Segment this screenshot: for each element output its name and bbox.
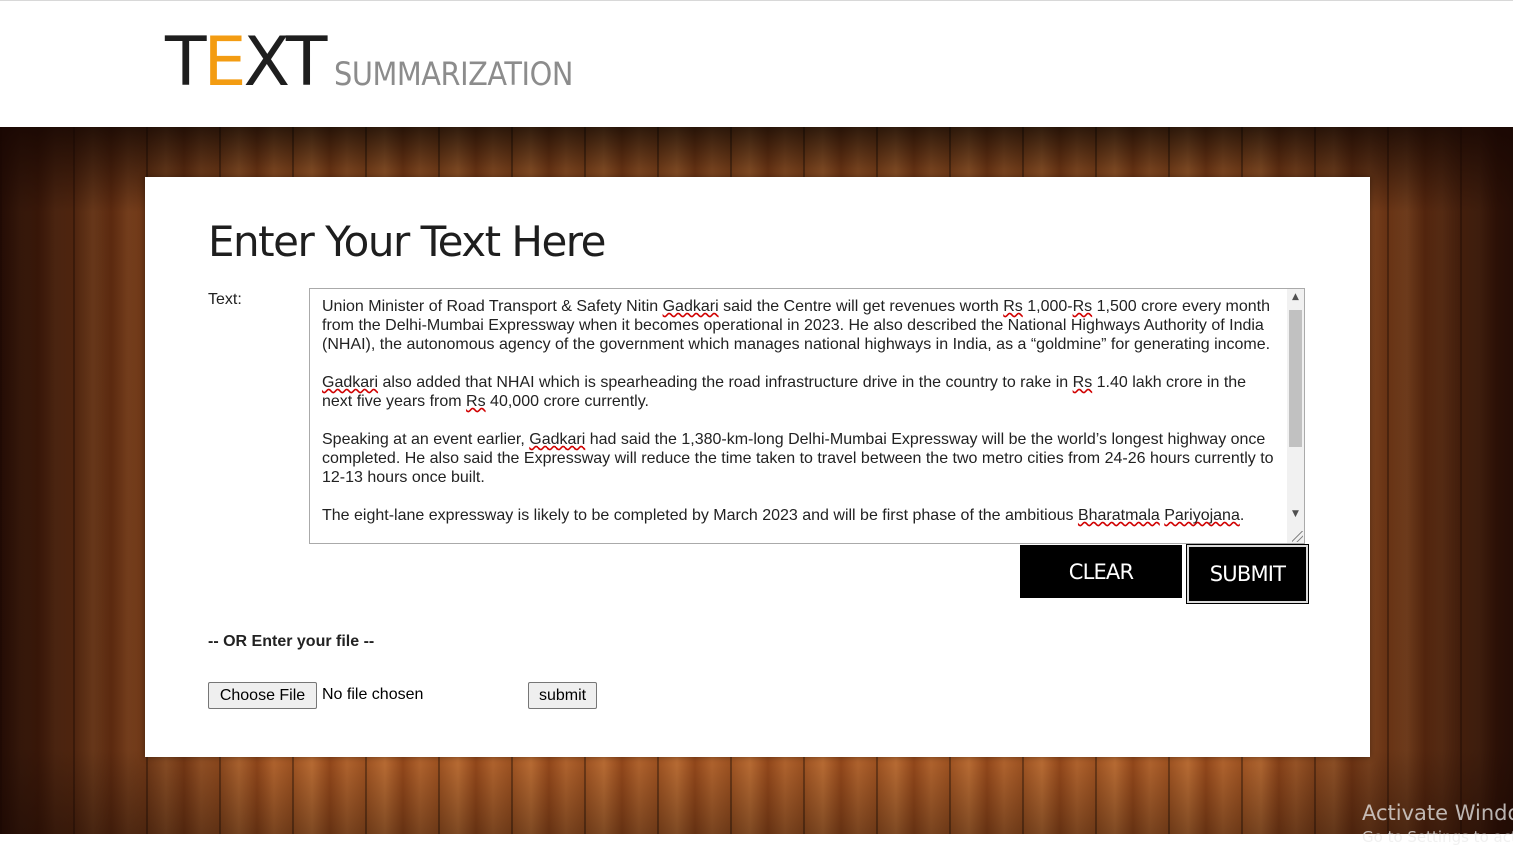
text-paragraph: Gadkari also added that NHAI which is sp… <box>322 374 1247 410</box>
logo-subtitle: SUMMARIZATION <box>334 55 574 93</box>
logo-accent-letter: E <box>203 23 247 102</box>
bottom-strip <box>0 834 1513 850</box>
text-content: Union Minister of Road Transport & Safet… <box>322 297 1280 543</box>
form-panel: Enter Your Text Here Text: Union Ministe… <box>145 177 1370 757</box>
text-paragraph: Union Minister of Road Transport & Safet… <box>322 298 1271 353</box>
watermark-subtitle: Go to Settings to activate Windows. <box>1362 828 1513 846</box>
scroll-up-icon[interactable]: ▲ <box>1287 289 1304 306</box>
scroll-down-icon[interactable]: ▼ <box>1287 506 1304 523</box>
text-label: Text: <box>208 291 242 308</box>
watermark-title: Activate Windows <box>1362 801 1513 825</box>
file-section-label: -- OR Enter your file -- <box>208 633 375 650</box>
text-paragraph: Speaking at an event earlier, Gadkari ha… <box>322 431 1274 486</box>
file-submit-button[interactable]: submit <box>528 682 597 709</box>
choose-file-button[interactable]: Choose File <box>208 682 317 709</box>
logo-text: TEXT <box>165 23 327 102</box>
textarea-scrollbar[interactable]: ▲ ▼ <box>1287 289 1304 543</box>
scroll-thumb[interactable] <box>1289 310 1302 447</box>
site-logo: TEXT SUMMARIZATION <box>165 29 600 97</box>
text-paragraph: The eight-lane expressway is likely to b… <box>322 507 1245 524</box>
page-title: Enter Your Text Here <box>208 217 607 266</box>
site-header: TEXT SUMMARIZATION <box>0 0 1513 127</box>
submit-button[interactable]: SUBMIT <box>1186 544 1309 604</box>
activation-watermark: Activate Windows Go to Settings to activ… <box>1362 800 1513 848</box>
text-input-area[interactable]: Union Minister of Road Transport & Safet… <box>309 288 1305 544</box>
resize-grip-icon[interactable] <box>1292 531 1303 542</box>
clear-button[interactable]: CLEAR <box>1020 545 1182 598</box>
file-status-text: No file chosen <box>322 686 424 703</box>
